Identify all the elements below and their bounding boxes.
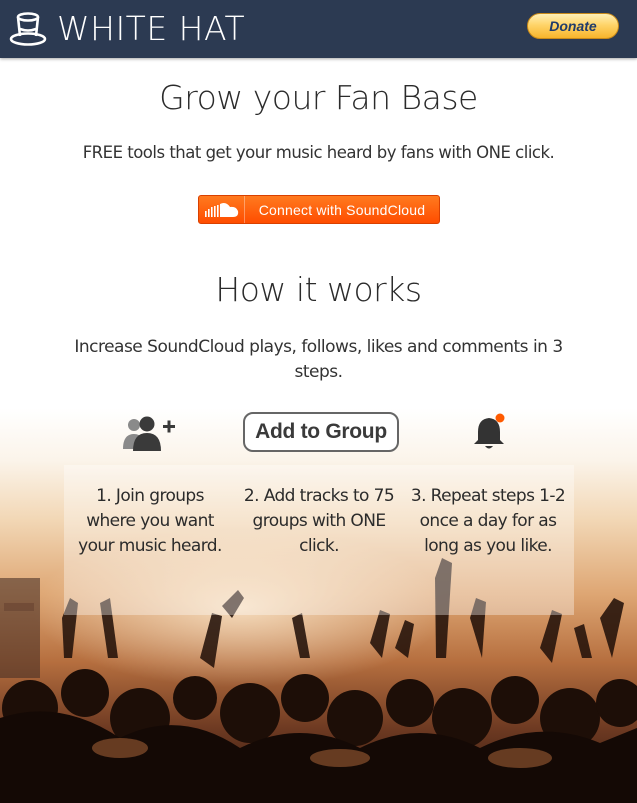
top-navbar: WHITE HAT Donate: [0, 0, 637, 58]
how-it-works-title: How it works: [215, 270, 422, 309]
add-user-icon: [123, 416, 175, 451]
connect-soundcloud-label: Connect with SoundCloud: [258, 201, 426, 218]
brand-logo[interactable]: WHITE HAT: [8, 9, 245, 49]
step-3-text: 3. Repeat steps 1-2 once a day for as lo…: [410, 486, 566, 556]
step-1-text: 1. Join groups where you want your music…: [78, 486, 222, 556]
how-it-works-subtitle: Increase SoundCloud plays, follows, like…: [74, 337, 563, 382]
bell-notification-icon: [474, 413, 505, 449]
donate-button[interactable]: Donate: [527, 13, 619, 39]
page-title: Grow your Fan Base: [159, 78, 478, 117]
brand-name: WHITE HAT: [57, 9, 246, 48]
top-hat-icon: [9, 12, 47, 46]
add-to-group-badge: Add to Group: [243, 412, 399, 452]
soundcloud-icon: [199, 196, 245, 223]
tagline: FREE tools that get your music heard by …: [82, 143, 555, 162]
step-2-text: 2. Add tracks to 75 groups with ONE clic…: [243, 486, 395, 556]
connect-soundcloud-button[interactable]: Connect with SoundCloud: [198, 195, 440, 224]
